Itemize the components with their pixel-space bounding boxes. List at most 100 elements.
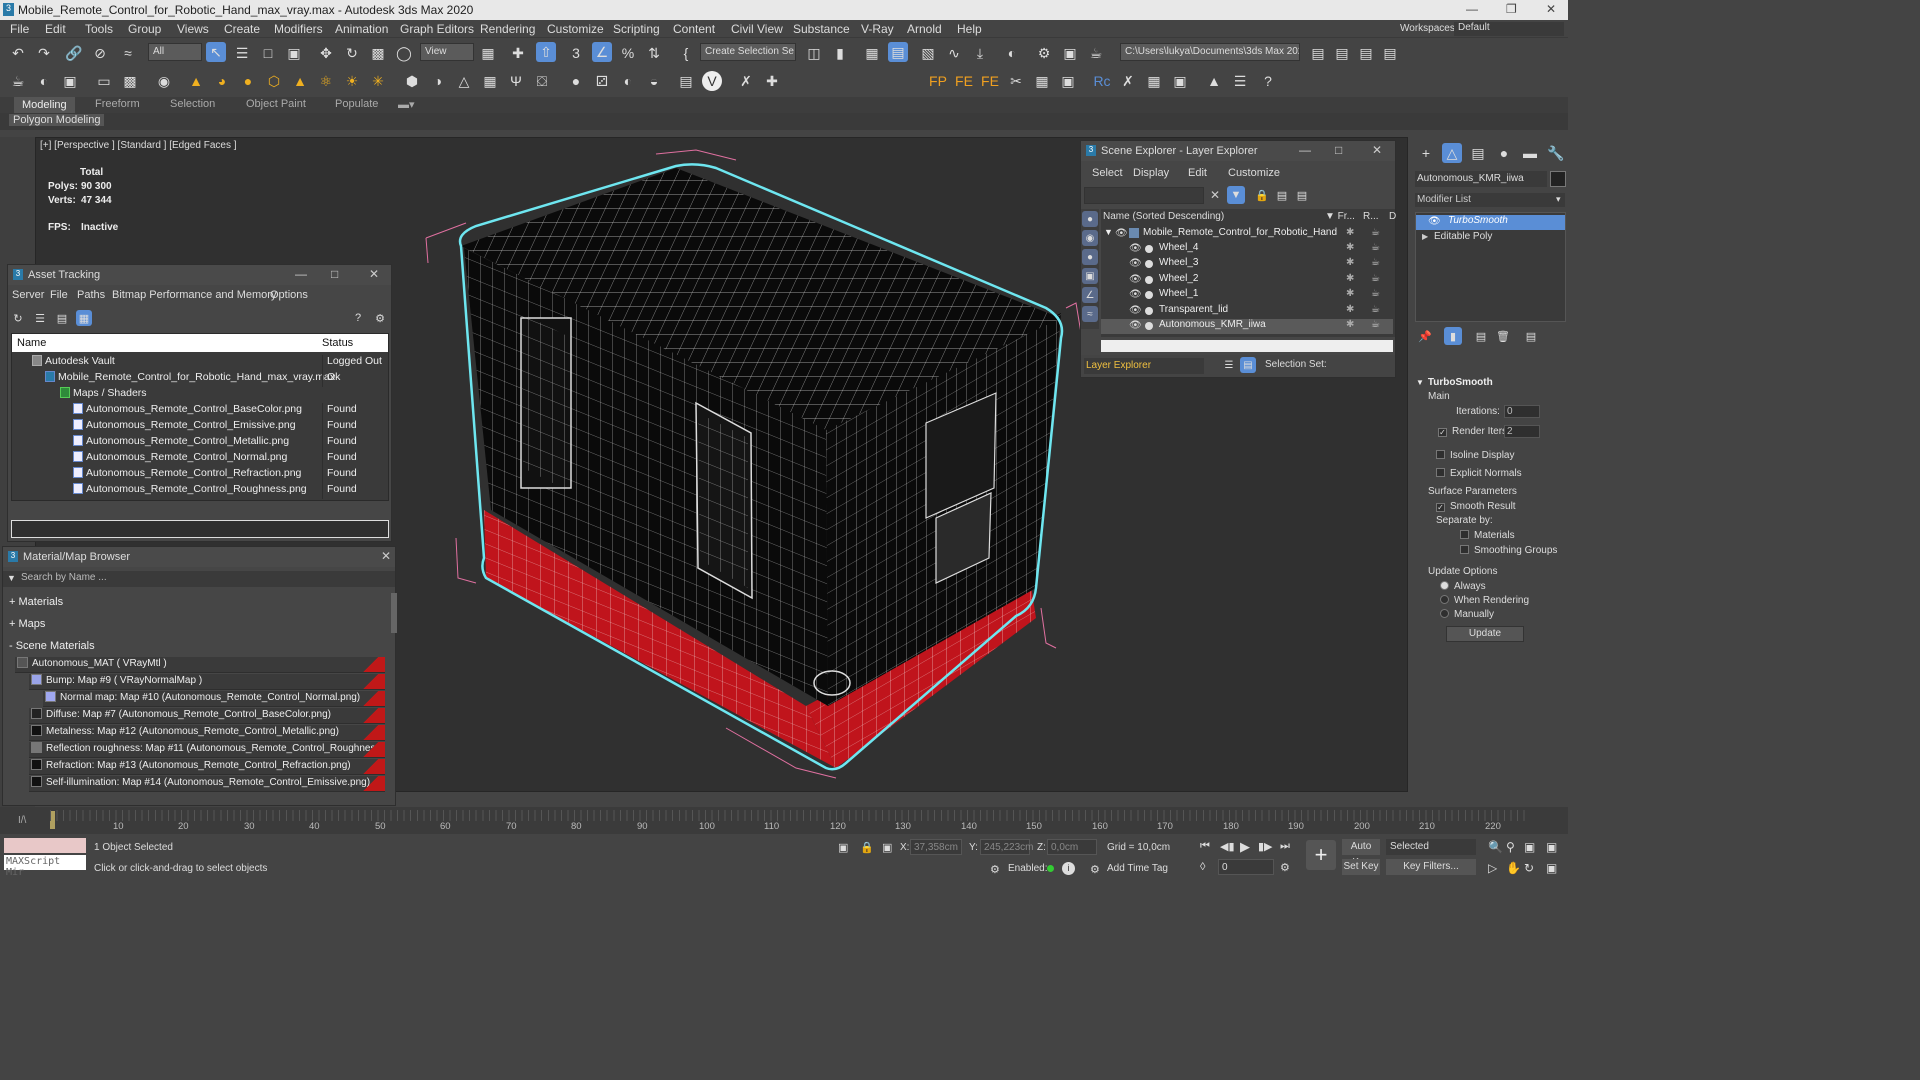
key-filters-button[interactable]: Key Filters... (1386, 859, 1476, 875)
display-shapes-icon[interactable]: ◉ (1082, 230, 1098, 246)
green-panel-icon[interactable]: ▣ (1058, 71, 1078, 91)
ribbon-options-icon[interactable]: ▬▾ (398, 98, 415, 111)
light-spot-icon[interactable]: ▲ (290, 71, 310, 91)
menu-display[interactable]: Display (1133, 167, 1169, 179)
separate-materials-row[interactable]: Materials (1460, 530, 1515, 541)
material-multi-icon[interactable]: ⚂ (592, 71, 612, 91)
isoline-checkbox[interactable] (1436, 450, 1445, 459)
y-coord-field[interactable]: 245,223cm (980, 839, 1033, 855)
map-item[interactable]: Bump: Map #9 ( VRayNormalMap ) (29, 674, 385, 690)
scene-tree-item[interactable]: 👁 Wheel_2 ✱ ☕ (1101, 273, 1393, 288)
section-materials[interactable]: + Materials (7, 593, 393, 611)
grid-panel-icon[interactable]: ▦ (1144, 71, 1164, 91)
render-teapot-icon[interactable]: ☕ (1371, 242, 1380, 253)
freeze-icon[interactable]: ✱ (1346, 319, 1354, 330)
maximize-icon[interactable]: ❐ (1506, 2, 1517, 16)
minimize-icon[interactable]: — (295, 267, 307, 281)
modifier-on-icon[interactable]: 👁 (1428, 216, 1441, 227)
material-item[interactable]: Autonomous_MAT ( VRayMtl ) (15, 657, 385, 673)
manipulate-icon[interactable]: ✚ (508, 43, 528, 63)
scene-tree-scrollbar[interactable] (1101, 340, 1393, 352)
zoom-extents-all-icon[interactable]: ▣ (1546, 840, 1557, 854)
tab-modeling[interactable]: Modeling (14, 97, 75, 113)
asset-row[interactable]: Autonomous_Remote_Control_Refraction.png (73, 467, 301, 483)
pan-icon[interactable]: ✋ (1506, 861, 1521, 875)
set-key-button[interactable]: Set Key (1342, 859, 1380, 875)
when-rendering-radio[interactable] (1440, 595, 1449, 604)
col-name-header[interactable]: Name (17, 337, 46, 349)
chevron-down-icon[interactable]: ▾ (1556, 194, 1561, 205)
separate-smoothing-row[interactable]: Smoothing Groups (1460, 545, 1557, 556)
render-iters-checkbox[interactable]: ✓ (1438, 428, 1447, 437)
selection-lock-icon[interactable]: 🔒 (860, 841, 874, 854)
unlink-icon[interactable]: ⊘ (90, 43, 110, 63)
menu-arnold[interactable]: Arnold (907, 22, 942, 36)
hierarchy-tab-icon[interactable]: ▤ (1468, 143, 1488, 163)
asset-row[interactable]: Autonomous_Remote_Control_Metallic.png (73, 435, 289, 451)
expand-icon[interactable]: ▶ (1422, 232, 1428, 241)
workspace-dropdown[interactable]: Default (1454, 22, 1564, 36)
sun-icon[interactable]: ☀ (342, 71, 362, 91)
project-settings-icon[interactable]: ▤ (1356, 43, 1376, 63)
menu-views[interactable]: Views (177, 22, 209, 36)
selection-filter-dropdown[interactable]: All (148, 43, 202, 61)
tab-selection[interactable]: Selection (170, 98, 215, 110)
table-icon[interactable]: ▦ (1032, 71, 1052, 91)
next-frame-icon[interactable]: ▮▶ (1258, 840, 1273, 853)
vray-mesh-icon[interactable]: ◉ (154, 71, 174, 91)
visibility-eye-icon[interactable]: 👁 (1129, 274, 1142, 285)
light-sphere-icon[interactable]: ● (238, 71, 258, 91)
scene-tree-item[interactable]: 👁 Wheel_1 ✱ ☕ (1101, 288, 1393, 303)
window-crossing-icon[interactable]: ▣ (284, 43, 304, 63)
timeline[interactable]: I/\ 10 20 30 40 50 60 70 80 90 100 110 1… (0, 807, 1568, 834)
smoothing-groups-checkbox[interactable] (1460, 545, 1469, 554)
scissors-icon[interactable]: ✂ (1006, 71, 1026, 91)
map-item[interactable]: Diffuse: Map #7 (Autonomous_Remote_Contr… (29, 708, 385, 724)
thumbnail-icon[interactable]: ▤ (54, 310, 70, 326)
modifier-list-dropdown[interactable]: Modifier List (1415, 193, 1565, 207)
render-iters-spinner[interactable]: 2 (1504, 425, 1540, 438)
col-name-header[interactable]: Name (Sorted Descending) (1103, 211, 1224, 222)
utilities-tab-icon[interactable]: 🔧 (1546, 143, 1566, 163)
display-tab-icon[interactable]: ▬ (1520, 143, 1540, 163)
vray-physical-camera-icon[interactable]: ▣ (60, 71, 80, 91)
ambient-light-icon[interactable]: ✳ (368, 71, 388, 91)
render-setup-icon[interactable]: ⚙ (1034, 43, 1054, 63)
project-folder-icon[interactable]: ▤ (1308, 43, 1328, 63)
polygon-modeling-label[interactable]: Polygon Modeling (9, 114, 105, 126)
layers-icon[interactable]: ☰ (1221, 357, 1237, 373)
help-icon[interactable]: ? (350, 310, 366, 326)
toggle-scene-explorer-icon[interactable]: ▦ (862, 43, 882, 63)
layer-icon[interactable]: ▤ (1293, 186, 1311, 204)
named-selection-dropdown[interactable]: Create Selection Se (700, 43, 796, 61)
mirror-icon[interactable]: ◫ (804, 43, 824, 63)
zoom-extents-icon[interactable]: ▣ (1524, 840, 1535, 854)
light-omni-icon[interactable]: ▲ (186, 71, 206, 91)
time-tag-icon[interactable]: ⚙ (1090, 863, 1100, 876)
selection-set-icon[interactable]: ▤ (1240, 357, 1256, 373)
rendered-frame-icon[interactable]: ▣ (1060, 43, 1080, 63)
menu-animation[interactable]: Animation (335, 22, 388, 36)
explicit-normals-row[interactable]: Explicit Normals (1436, 468, 1522, 479)
key-mode-icon[interactable]: ◊ (1200, 861, 1205, 873)
menu-options[interactable]: Options (270, 289, 308, 301)
menu-paths[interactable]: Paths (77, 289, 105, 301)
tab-object-paint[interactable]: Object Paint (246, 98, 306, 110)
geometry-box-icon[interactable]: ⬢ (402, 71, 422, 91)
percent-snap-icon[interactable]: % (618, 43, 638, 63)
teapot-icon[interactable]: ☕ (8, 71, 28, 91)
scene-tree-item[interactable]: 👁 Wheel_4 ✱ ☕ (1101, 242, 1393, 257)
freeze-icon[interactable]: ✱ (1346, 273, 1354, 284)
add-time-tag[interactable]: Add Time Tag (1107, 863, 1168, 874)
zoom-icon[interactable]: 🔍 (1488, 840, 1503, 854)
tab-populate[interactable]: Populate (335, 98, 378, 110)
always-radio[interactable] (1440, 581, 1449, 590)
geometry-grid-icon[interactable]: ▦ (480, 71, 500, 91)
menu-rendering[interactable]: Rendering (480, 22, 535, 36)
display-lights-icon[interactable]: ● (1082, 249, 1098, 265)
close-icon[interactable]: ✕ (1372, 143, 1382, 157)
link-icon[interactable]: 🔗 (64, 43, 84, 63)
material-search-input[interactable]: Search by Name ... (21, 572, 107, 583)
rc-icon[interactable]: Rc (1092, 71, 1112, 91)
render-teapot-icon[interactable]: ☕ (1371, 227, 1380, 238)
